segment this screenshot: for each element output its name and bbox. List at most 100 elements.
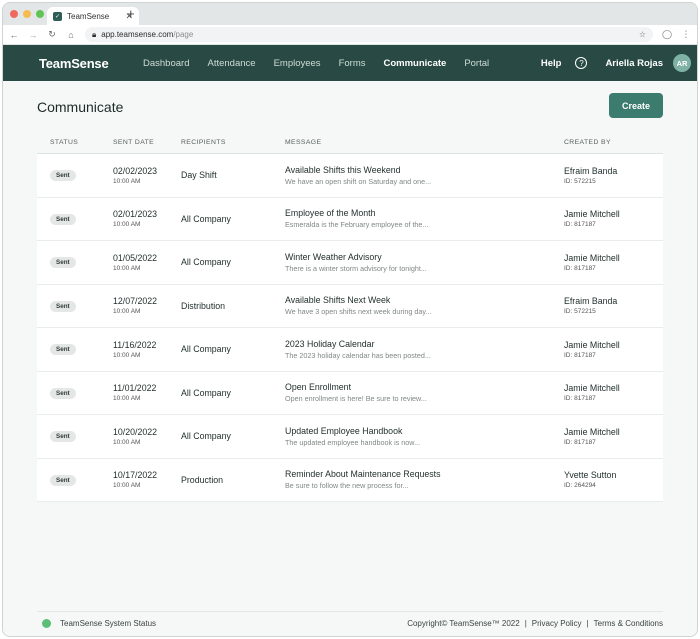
- sent-date: 11/01/2022: [113, 383, 157, 394]
- recipients: All Company: [181, 387, 231, 398]
- sent-date: 10/17/2022: [113, 470, 158, 481]
- back-icon[interactable]: ←: [9, 30, 19, 40]
- table-row[interactable]: Sent 01/05/2022 10:00 AM All Company Winter …: [37, 241, 663, 285]
- status-badge: Sent: [50, 474, 76, 486]
- status-badge: Sent: [50, 257, 76, 269]
- recipients: Distribution: [181, 300, 226, 311]
- column-header-created-by[interactable]: CREATED BY: [564, 139, 663, 146]
- creator-name: Jamie Mitchell: [564, 383, 620, 394]
- browser-menu-icon[interactable]: ⋮: [681, 29, 691, 40]
- new-tab-button[interactable]: +: [127, 6, 135, 21]
- sent-time: 10:00 AM: [113, 177, 141, 185]
- table-row[interactable]: Sent 02/01/2023 10:00 AM All Company Employe…: [37, 197, 663, 241]
- message-title[interactable]: Available Shifts Next Week: [285, 295, 564, 305]
- message-title[interactable]: Open Enrollment: [285, 382, 564, 392]
- message-title[interactable]: Available Shifts this Weekend: [285, 165, 564, 175]
- creator-name: Jamie Mitchell: [564, 209, 620, 220]
- nav-forms[interactable]: Forms: [339, 58, 366, 69]
- url-host: app.teamsense.com: [101, 30, 174, 39]
- recipients-cell: All Company: [181, 388, 285, 398]
- status-badge: Sent: [50, 344, 76, 356]
- sent-date-cell: 10/17/2022 10:00 AM: [113, 470, 181, 489]
- table-row[interactable]: Sent 12/07/2022 10:00 AM Distribution Availa…: [37, 284, 663, 328]
- nav-portal[interactable]: Portal: [464, 58, 489, 69]
- help-link[interactable]: Help: [541, 58, 562, 69]
- teamsense-logo[interactable]: TeamSense: [39, 56, 143, 71]
- status-cell: Sent: [37, 300, 113, 312]
- sent-date-cell: 01/05/2022 10:00 AM: [113, 253, 181, 272]
- status-cell: Sent: [37, 343, 113, 356]
- message-cell: Available Shifts Next Week We have 3 open…: [285, 295, 564, 316]
- creator-id: ID: 817187: [564, 264, 596, 272]
- bookmark-star-icon[interactable]: ☆: [639, 30, 646, 39]
- terms-link[interactable]: Terms & Conditions: [594, 619, 663, 628]
- browser-tab[interactable]: ✓ TeamSense ✕: [47, 7, 139, 25]
- recipients: All Company: [181, 344, 231, 355]
- sent-date-cell: 11/01/2022 10:00 AM: [113, 383, 181, 402]
- recipients: All Company: [181, 213, 231, 224]
- message-title[interactable]: Employee of the Month: [285, 208, 564, 218]
- reload-icon[interactable]: ↻: [47, 29, 57, 40]
- footer: TeamSense System Status Copyright© TeamS…: [37, 611, 663, 635]
- creator-id: ID: 817187: [564, 395, 596, 403]
- sent-date: 12/07/2022: [113, 296, 158, 307]
- message-title[interactable]: Winter Weather Advisory: [285, 252, 564, 262]
- sent-date-cell: 02/02/2023 10:00 AM: [113, 166, 181, 185]
- nav-communicate[interactable]: Communicate: [383, 58, 446, 69]
- creator-name: Jamie Mitchell: [564, 339, 620, 350]
- creator-id: ID: 817187: [564, 351, 596, 359]
- created-by-cell: Jamie Mitchell ID: 817187: [564, 340, 663, 359]
- table-row[interactable]: Sent 10/17/2022 10:00 AM Production Reminder…: [37, 458, 663, 502]
- url-path: /page: [173, 30, 194, 39]
- avatar[interactable]: AR: [673, 54, 691, 72]
- footer-links: Copyright© TeamSense™ 2022 | Privacy Pol…: [407, 619, 663, 628]
- close-window-button[interactable]: [10, 10, 18, 18]
- column-header-sent-date[interactable]: SENT DATE: [113, 139, 181, 146]
- creator-id: ID: 817187: [564, 221, 596, 229]
- message-cell: Employee of the Month Esmeralda is the Fe…: [285, 208, 564, 229]
- status-badge: Sent: [50, 170, 76, 182]
- profile-icon[interactable]: ◯: [662, 29, 672, 40]
- forward-icon[interactable]: →: [28, 30, 38, 40]
- address-bar[interactable]: 🔒︎ app.teamsense.com/page ☆: [85, 27, 653, 42]
- message-preview: Open enrollment is here! Be sure to revi…: [285, 394, 427, 404]
- message-title[interactable]: 2023 Holiday Calendar: [285, 339, 564, 349]
- nav-attendance[interactable]: Attendance: [207, 58, 255, 69]
- create-button[interactable]: Create: [609, 93, 663, 118]
- maximize-window-button[interactable]: [36, 10, 44, 18]
- table-row[interactable]: Sent 11/16/2022 10:00 AM All Company 2023 Ho…: [37, 328, 663, 372]
- privacy-policy-link[interactable]: Privacy Policy: [532, 619, 582, 628]
- message-cell: 2023 Holiday Calendar The 2023 holiday ca…: [285, 339, 564, 360]
- message-title[interactable]: Reminder About Maintenance Requests: [285, 469, 564, 479]
- recipients-cell: All Company: [181, 344, 285, 354]
- message-preview: The updated employee handbook is now...: [285, 437, 421, 447]
- table-row[interactable]: Sent 02/02/2023 10:00 AM Day Shift Available…: [37, 154, 663, 198]
- status-cell: Sent: [37, 256, 113, 269]
- user-name[interactable]: Ariella Rojas: [605, 58, 663, 69]
- column-header-status[interactable]: STATUS: [37, 139, 113, 146]
- copyright-text: Copyright© TeamSense™ 2022: [407, 619, 520, 628]
- status-badge: Sent: [50, 387, 76, 399]
- message-title[interactable]: Updated Employee Handbook: [285, 426, 564, 436]
- table-header: STATUS SENT DATE RECIPIENTS MESSAGE CREA…: [37, 132, 663, 154]
- home-icon[interactable]: ⌂: [66, 30, 76, 40]
- recipients: Day Shift: [181, 170, 217, 181]
- question-circle-icon[interactable]: ?: [575, 57, 588, 69]
- table-row[interactable]: Sent 10/20/2022 10:00 AM All Company Updated…: [37, 415, 663, 459]
- main-content: Communicate Create STATUS SENT DATE RECI…: [3, 81, 697, 636]
- system-status-link[interactable]: TeamSense System Status: [60, 619, 156, 628]
- recipients: All Company: [181, 257, 231, 268]
- nav-employees[interactable]: Employees: [274, 58, 321, 69]
- column-header-recipients[interactable]: RECIPIENTS: [181, 139, 285, 146]
- table-body: Sent 02/02/2023 10:00 AM Day Shift Available…: [37, 154, 663, 502]
- minimize-window-button[interactable]: [23, 10, 31, 18]
- sent-time: 10:00 AM: [113, 438, 141, 446]
- status-cell: Sent: [37, 387, 113, 399]
- table-row[interactable]: Sent 11/01/2022 10:00 AM All Company Open En…: [37, 371, 663, 415]
- column-header-message[interactable]: MESSAGE: [285, 139, 564, 146]
- message-cell: Open Enrollment Open enrollment is here! …: [285, 382, 564, 403]
- status-cell: Sent: [37, 474, 113, 486]
- sent-time: 10:00 AM: [113, 221, 141, 229]
- sent-date: 02/02/2023: [113, 165, 158, 176]
- nav-dashboard[interactable]: Dashboard: [143, 58, 189, 69]
